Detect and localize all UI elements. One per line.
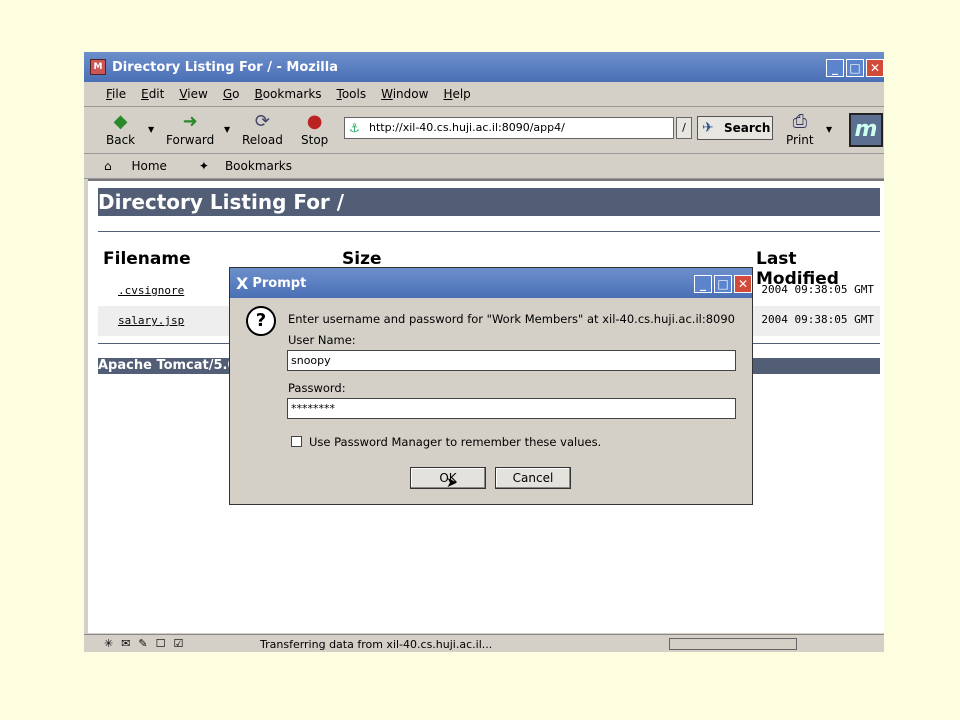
bookmarks-icon: ✦	[198, 159, 209, 173]
component-bar-icons[interactable]: ✳✉✎☐☑	[104, 637, 191, 650]
dialog-titlebar[interactable]: X Prompt _ □ ✕	[230, 268, 752, 298]
progress-bar	[669, 638, 797, 650]
dialog-message: Enter username and password for "Work Me…	[288, 312, 735, 326]
home-button[interactable]: ⌂ Home	[104, 159, 183, 173]
browser-title: Directory Listing For / - Mozilla	[112, 59, 338, 75]
menu-bar: File Edit View Go Bookmarks Tools Window…	[84, 82, 884, 107]
menu-bookmarks[interactable]: Bookmarks	[254, 87, 321, 101]
dialog-title: Prompt	[252, 275, 307, 291]
column-header-filename: Filename	[103, 249, 191, 269]
mozilla-icon: M	[90, 59, 106, 75]
reload-icon: ⟳	[254, 111, 270, 132]
password-field[interactable]: ********	[287, 398, 736, 419]
close-icon[interactable]: ✕	[866, 59, 884, 77]
reload-button[interactable]: ⟳ Reload	[242, 111, 283, 147]
menu-tools[interactable]: Tools	[337, 87, 367, 101]
status-bar: ✳✉✎☐☑ Transferring data from xil-40.cs.h…	[84, 634, 884, 652]
close-icon[interactable]: ✕	[734, 275, 752, 293]
column-header-size: Size	[342, 249, 382, 269]
x-window-icon: X	[236, 273, 249, 293]
question-icon: ?	[246, 306, 276, 336]
remember-label: Use Password Manager to remember these v…	[309, 435, 602, 449]
username-field[interactable]: snoopy	[287, 350, 736, 371]
mozilla-throbber-icon[interactable]: m	[849, 113, 883, 147]
personal-toolbar: ⌂ Home ✦ Bookmarks	[84, 154, 884, 179]
printer-icon: ⎙	[792, 111, 807, 132]
url-input[interactable]: ⚓ http://xil-40.cs.huji.ac.il:8090/app4/	[344, 117, 674, 139]
print-dropdown-icon[interactable]: ▼	[826, 125, 832, 134]
menu-help[interactable]: Help	[443, 87, 470, 101]
menu-file[interactable]: File	[106, 87, 126, 101]
menu-view[interactable]: View	[179, 87, 207, 101]
remember-checkbox[interactable]	[291, 436, 302, 447]
menu-edit[interactable]: Edit	[141, 87, 164, 101]
minimize-icon[interactable]: _	[826, 59, 844, 77]
prompt-dialog: X Prompt _ □ ✕ ? Enter username and pass…	[229, 267, 753, 505]
file-link[interactable]: salary.jsp	[118, 314, 184, 327]
print-button[interactable]: ⎙ Print	[786, 111, 814, 147]
cancel-button[interactable]: Cancel	[495, 467, 571, 489]
status-text: Transferring data from xil-40.cs.huji.ac…	[260, 638, 493, 651]
username-label: User Name:	[288, 333, 356, 347]
page-heading: Directory Listing For /	[98, 188, 880, 216]
maximize-icon[interactable]: □	[846, 59, 864, 77]
navigation-toolbar: ◆ Back ▼ ➜ Forward ▼ ⟳ Reload ● Stop ⚓ h…	[84, 107, 884, 154]
forward-button[interactable]: ➜ Forward	[166, 111, 214, 147]
back-dropdown-icon[interactable]: ▼	[148, 125, 154, 134]
stop-button[interactable]: ● Stop	[301, 111, 328, 147]
password-label: Password:	[288, 381, 346, 395]
forward-dropdown-icon[interactable]: ▼	[224, 125, 230, 134]
mouse-pointer-icon: ➤	[446, 475, 458, 491]
maximize-icon[interactable]: □	[714, 275, 732, 293]
bookmarks-button[interactable]: ✦ Bookmarks	[199, 159, 308, 173]
forward-arrow-icon: ➜	[182, 111, 198, 132]
back-arrow-icon: ◆	[113, 111, 128, 132]
stop-icon: ●	[306, 111, 323, 132]
file-link[interactable]: .cvsignore	[118, 284, 184, 297]
search-button[interactable]: ✈ Search	[697, 116, 773, 140]
divider	[98, 231, 880, 232]
menu-window[interactable]: Window	[381, 87, 428, 101]
back-button[interactable]: ◆ Back	[106, 111, 135, 147]
minimize-icon[interactable]: _	[694, 275, 712, 293]
browser-titlebar[interactable]: M Directory Listing For / - Mozilla _ □ …	[84, 52, 884, 82]
search-icon: ✈	[702, 120, 714, 136]
menu-go[interactable]: Go	[223, 87, 240, 101]
url-history-button[interactable]: /	[676, 117, 692, 139]
page-proxy-icon: ⚓	[349, 121, 360, 135]
home-icon: ⌂	[104, 159, 112, 173]
file-modified: 2004 09:38:05 GMT	[761, 313, 874, 326]
file-modified: 2004 09:38:05 GMT	[761, 283, 874, 296]
